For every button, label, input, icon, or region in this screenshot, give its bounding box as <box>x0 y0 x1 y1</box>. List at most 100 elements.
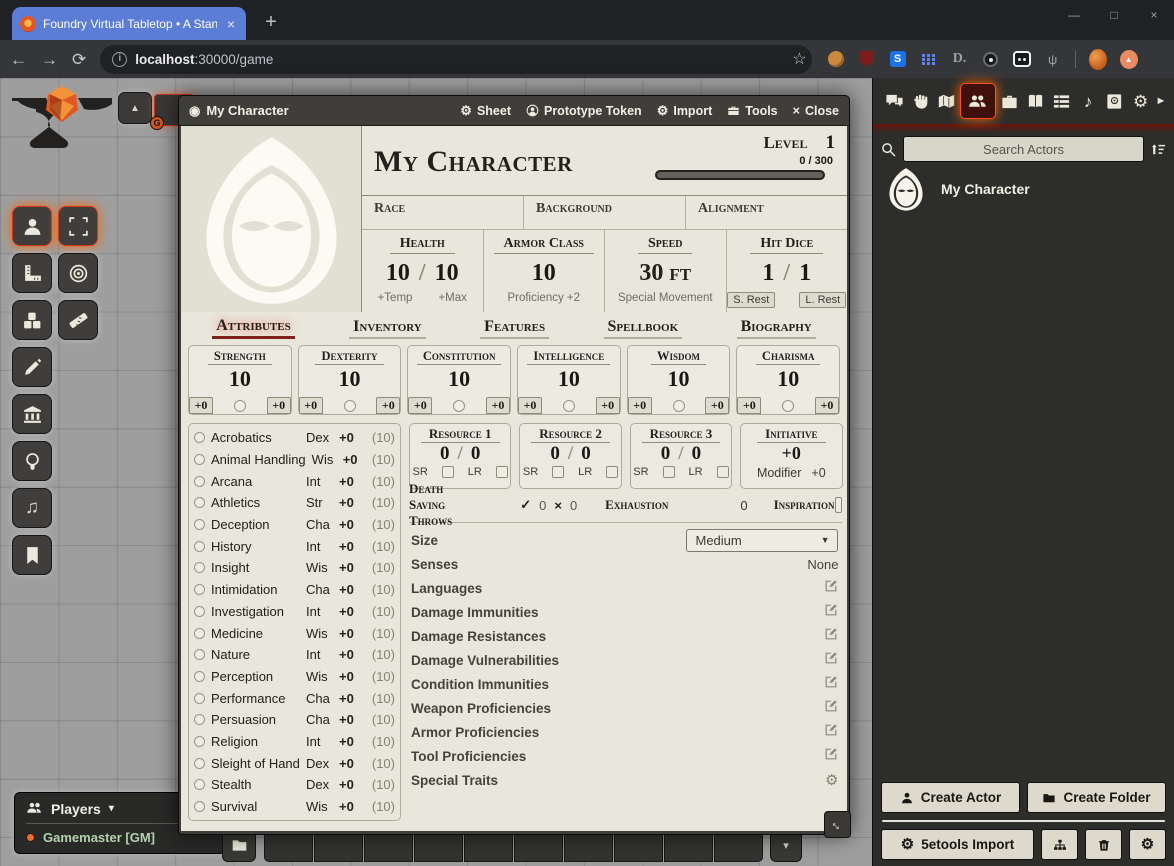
resource-current[interactable]: 0 <box>440 443 450 465</box>
sheet-config-button[interactable]: ⚙ Sheet <box>460 104 511 118</box>
edit-icon[interactable] <box>824 603 838 622</box>
edit-icon[interactable] <box>824 675 838 694</box>
initiative-mod[interactable]: +0 <box>811 466 825 480</box>
skill-prof-radio[interactable] <box>194 714 205 725</box>
tab-items[interactable] <box>996 83 1022 119</box>
skill-insight[interactable]: InsightWis+0(10) <box>194 557 395 579</box>
skill-prof-radio[interactable] <box>194 628 205 639</box>
tab-features[interactable]: Features <box>480 318 549 339</box>
grid-extension-icon[interactable] <box>922 54 936 65</box>
skill-animal-handling[interactable]: Animal HandlingWis+0(10) <box>194 449 395 471</box>
skill-performance[interactable]: PerformanceCha+0(10) <box>194 687 395 709</box>
skill-religion[interactable]: ReligionInt+0(10) <box>194 731 395 753</box>
check-mod[interactable]: +0 <box>705 397 729 414</box>
character-portrait[interactable] <box>181 126 362 312</box>
tab-chat[interactable] <box>881 83 907 119</box>
check-mod[interactable]: +0 <box>267 397 291 414</box>
edit-icon[interactable] <box>824 723 838 742</box>
sr-checkbox[interactable] <box>663 466 675 478</box>
tab-compendium[interactable] <box>1101 83 1127 119</box>
wall-controls-button[interactable] <box>12 394 52 434</box>
profile-avatar[interactable] <box>1089 49 1107 70</box>
token-tool-button[interactable] <box>12 206 52 246</box>
sr-checkbox[interactable] <box>552 466 564 478</box>
short-rest-button[interactable]: S. Rest <box>727 292 775 308</box>
check-mod[interactable]: +0 <box>596 397 620 414</box>
tab-attributes[interactable]: Attributes <box>212 317 295 339</box>
tab-scenes[interactable] <box>934 83 960 119</box>
max-hp-label[interactable]: +Max <box>438 292 466 304</box>
import-data-button[interactable]: ⚙ Import <box>657 104 713 118</box>
ability-score[interactable]: 10 <box>777 366 799 392</box>
skill-arcana[interactable]: ArcanaInt+0(10) <box>194 470 395 492</box>
skill-athletics[interactable]: AthleticsStr+0(10) <box>194 492 395 514</box>
measure-distance-button[interactable] <box>58 300 98 340</box>
robot-extension-icon[interactable] <box>1013 51 1031 67</box>
skill-prof-radio[interactable] <box>194 454 205 465</box>
minimize-icon[interactable]: — <box>1054 0 1094 32</box>
lens-extension-icon[interactable] <box>983 52 998 67</box>
drawing-tools-button[interactable] <box>12 347 52 387</box>
skill-prof-radio[interactable] <box>194 497 205 508</box>
tab-playlists[interactable]: ♪ <box>1075 83 1101 119</box>
new-tab-button[interactable]: + <box>258 10 284 36</box>
skill-prof-radio[interactable] <box>194 584 205 595</box>
delete-button[interactable] <box>1085 829 1122 860</box>
death-fail-count[interactable]: 0 <box>570 498 577 513</box>
resource-current[interactable]: 0 <box>550 443 560 465</box>
5etools-import-button[interactable]: ⚙ 5etools Import <box>881 829 1034 860</box>
ability-score[interactable]: 10 <box>339 366 361 392</box>
proficiency-radio[interactable] <box>563 400 575 412</box>
tools-button[interactable]: Tools <box>727 104 777 118</box>
settings-button[interactable]: ⚙ <box>1129 829 1166 860</box>
speed-value[interactable]: 30 ft <box>639 260 691 287</box>
skill-prof-radio[interactable] <box>194 476 205 487</box>
check-mod[interactable]: +0 <box>486 397 510 414</box>
skill-history[interactable]: HistoryInt+0(10) <box>194 535 395 557</box>
skill-prof-radio[interactable] <box>194 606 205 617</box>
site-info-icon[interactable]: i <box>112 52 127 67</box>
collapse-nav-button[interactable]: ▲ <box>118 92 152 124</box>
actor-list-item[interactable]: My Character <box>873 163 1174 215</box>
create-actor-button[interactable]: Create Actor <box>881 782 1020 813</box>
skill-acrobatics[interactable]: AcrobaticsDex+0(10) <box>194 427 395 449</box>
tab-inventory[interactable]: Inventory <box>349 318 426 339</box>
ublock-extension-icon[interactable] <box>859 51 874 67</box>
resource-max[interactable]: 0 <box>692 443 702 465</box>
hp-max[interactable]: 10 <box>435 260 459 287</box>
downloads-extension-icon[interactable]: D. <box>951 50 969 68</box>
skill-prof-radio[interactable] <box>194 758 205 769</box>
skill-prof-radio[interactable] <box>194 693 205 704</box>
tab-rollable-tables[interactable] <box>1049 83 1075 119</box>
size-select[interactable]: Medium▼ <box>686 529 838 552</box>
edit-icon[interactable] <box>824 747 838 766</box>
skill-nature[interactable]: NatureInt+0(10) <box>194 644 395 666</box>
maximize-icon[interactable]: □ <box>1094 0 1134 32</box>
exhaustion-value[interactable]: 0 <box>740 498 747 513</box>
skill-persuasion[interactable]: PersuasionCha+0(10) <box>194 709 395 731</box>
sidebar-collapse-icon[interactable]: ► <box>1154 83 1168 119</box>
edit-icon[interactable] <box>824 627 838 646</box>
tuning-fork-extension-icon[interactable]: ψ <box>1044 50 1062 68</box>
skill-prof-radio[interactable] <box>194 736 205 747</box>
edit-icon[interactable] <box>824 579 838 598</box>
skill-survival[interactable]: SurvivalWis+0(10) <box>194 796 395 818</box>
skill-stealth[interactable]: StealthDex+0(10) <box>194 774 395 796</box>
character-name[interactable]: My Character <box>374 145 655 179</box>
resource-max[interactable]: 0 <box>471 443 481 465</box>
special-traits-config-icon[interactable]: ⚙ <box>825 771 838 789</box>
proficiency-radio[interactable] <box>344 400 356 412</box>
notes-controls-button[interactable] <box>12 535 52 575</box>
lr-checkbox[interactable] <box>606 466 618 478</box>
measure-controls-button[interactable] <box>12 253 52 293</box>
ac-value[interactable]: 10 <box>532 260 556 287</box>
url-bar[interactable]: i localhost:30000/game <box>100 45 812 74</box>
skill-prof-radio[interactable] <box>194 649 205 660</box>
reload-icon[interactable]: ⟳ <box>72 51 86 68</box>
target-tokens-button[interactable] <box>58 253 98 293</box>
edit-icon[interactable] <box>824 651 838 670</box>
save-mod[interactable]: +0 <box>299 397 323 414</box>
hd-current[interactable]: 1 <box>762 260 774 287</box>
skill-prof-radio[interactable] <box>194 671 205 682</box>
save-mod[interactable]: +0 <box>189 397 213 414</box>
